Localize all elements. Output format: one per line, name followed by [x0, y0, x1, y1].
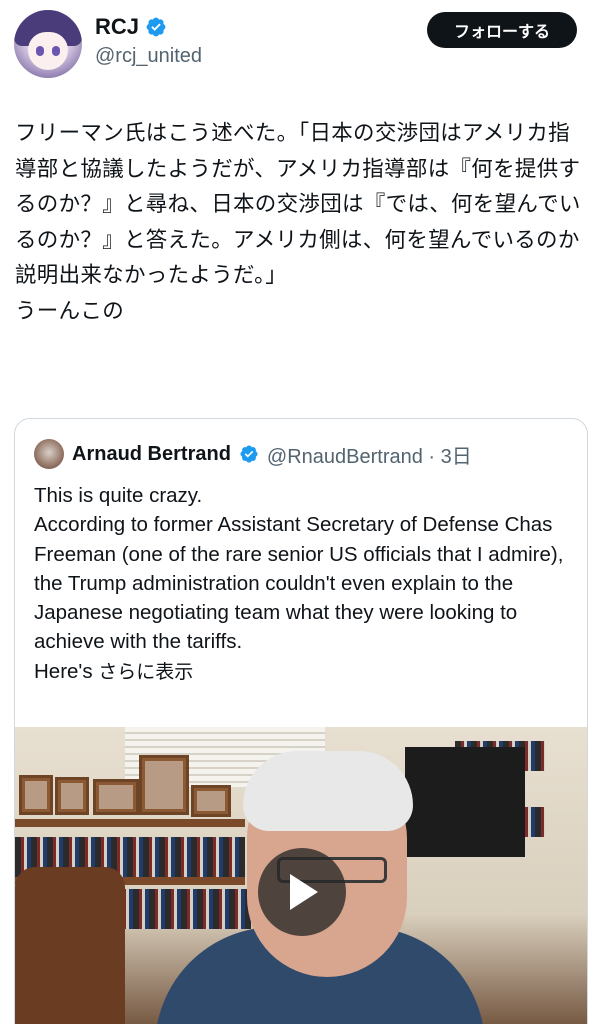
armchair	[15, 867, 125, 1024]
verified-badge-icon	[146, 17, 166, 37]
quoted-handle-and-time[interactable]: @RnaudBertrand · 3日	[267, 440, 472, 469]
author-avatar[interactable]	[14, 10, 82, 78]
play-icon	[290, 874, 318, 910]
quoted-tweet-body: This is quite crazy. According to former…	[34, 484, 564, 683]
tweet-text: フリーマン氏はこう述べた。「日本の交渉団はアメリカ指導部と協議したようだが、アメ…	[15, 121, 581, 324]
quoted-tweet-card[interactable]: Arnaud Bertrand @RnaudBertrand · 3日 This…	[14, 418, 588, 1024]
quoted-author-name[interactable]: Arnaud Bertrand	[72, 443, 231, 466]
quoted-author-avatar[interactable]	[34, 439, 64, 469]
author-name[interactable]: RCJ	[95, 14, 167, 40]
verified-badge-icon	[240, 445, 258, 463]
quoted-tweet-header: Arnaud Bertrand @RnaudBertrand · 3日	[34, 439, 472, 469]
video-thumbnail[interactable]	[15, 727, 587, 1024]
play-button[interactable]	[258, 848, 346, 936]
author-handle[interactable]: @rcj_united	[95, 45, 202, 68]
author-name-text: RCJ	[95, 14, 140, 39]
show-more-link[interactable]: さらに表示	[98, 661, 193, 683]
follow-button[interactable]: フォローする	[427, 12, 577, 48]
tweet-header: RCJ @rcj_united フォローする	[0, 0, 602, 90]
quoted-tweet-text: This is quite crazy. According to former…	[34, 481, 579, 687]
